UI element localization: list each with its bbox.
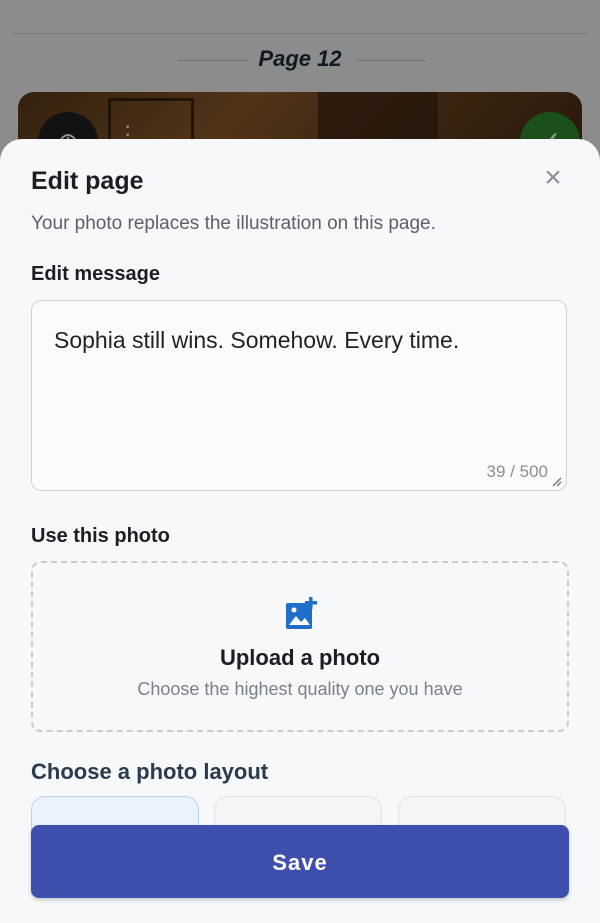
layout-label: Choose a photo layout (31, 759, 269, 784)
resize-handle-icon[interactable] (552, 477, 562, 487)
upload-photo-dropzone[interactable]: Upload a photo Choose the highest qualit… (31, 561, 569, 732)
char-count: 39 / 500 (486, 462, 548, 481)
message-label: Edit message (31, 263, 160, 285)
save-button[interactable]: Save (31, 825, 569, 898)
edit-page-sheet: Edit page × Your photo replaces the illu… (0, 139, 600, 923)
photo-label: Use this photo (31, 525, 170, 547)
message-text: Sophia still wins. Somehow. Every time. (54, 327, 460, 353)
upload-subtitle: Choose the highest quality one you have (137, 679, 463, 699)
sheet-title: Edit page (31, 167, 144, 195)
message-textarea[interactable]: Sophia still wins. Somehow. Every time. … (31, 300, 567, 491)
sheet-subtitle: Your photo replaces the illustration on … (31, 213, 436, 234)
upload-title: Upload a photo (219, 645, 381, 670)
close-icon[interactable]: × (540, 163, 566, 193)
add-photo-icon (286, 597, 317, 629)
